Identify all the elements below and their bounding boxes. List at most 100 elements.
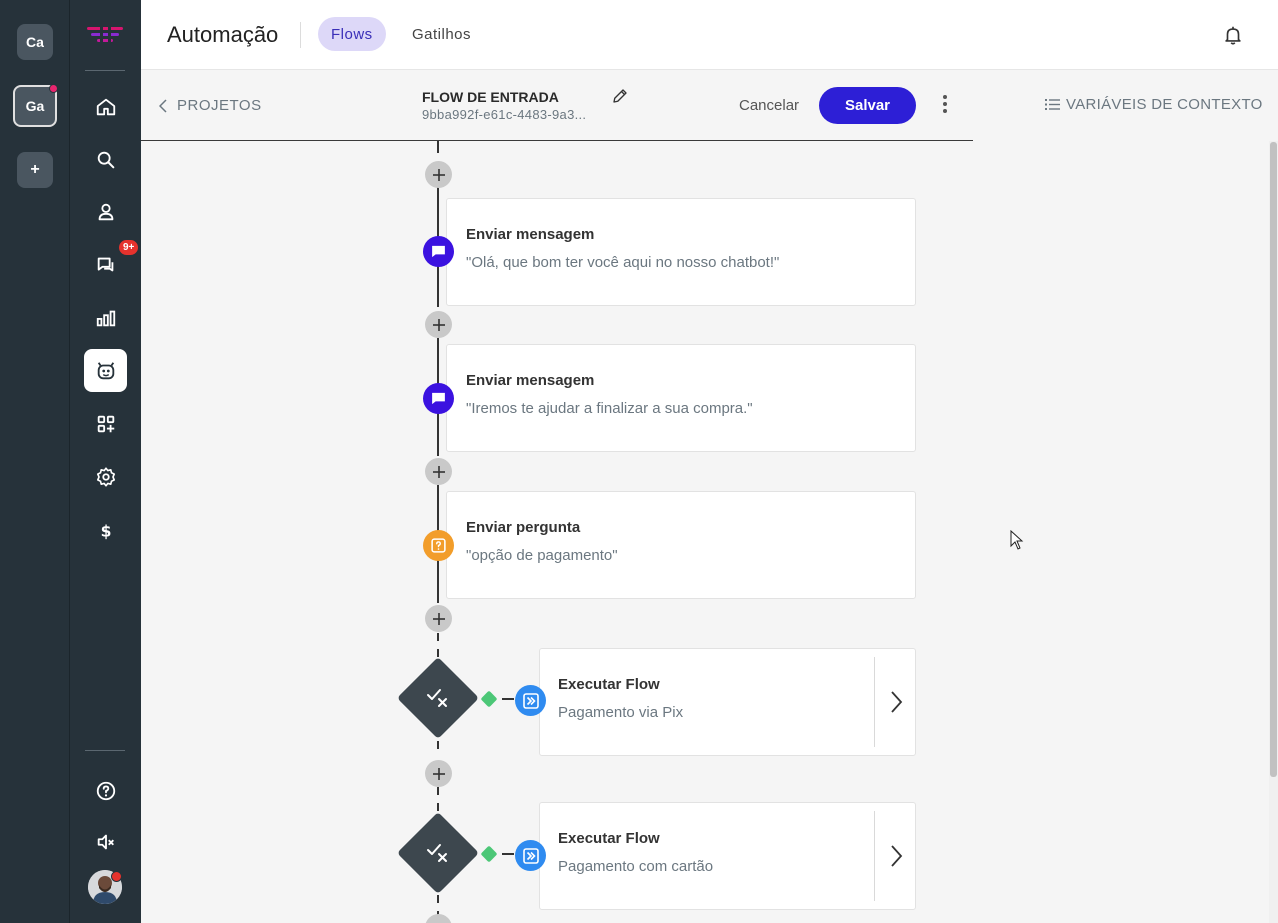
notification-dot — [49, 84, 58, 93]
question-step-card[interactable]: Enviar pergunta "opção de pagamento" — [446, 491, 916, 599]
flow-connector-dashed — [437, 787, 439, 815]
nav-sidebar: 9+ $ — [70, 0, 141, 923]
add-step-button[interactable] — [425, 914, 452, 923]
workspace-ga[interactable]: Ga — [13, 84, 58, 127]
message-step-card[interactable]: Enviar mensagem "Olá, que bom ter você a… — [446, 198, 916, 306]
message-step-icon — [423, 383, 454, 414]
nav-settings[interactable] — [84, 455, 127, 498]
message-icon — [432, 245, 445, 258]
execute-flow-icon — [515, 685, 546, 716]
mouse-cursor-icon — [1010, 530, 1024, 550]
add-step-button[interactable] — [425, 311, 452, 338]
workspace-rail: Ca Ga + — [0, 0, 70, 923]
message-step-card[interactable]: Enviar mensagem "Iremos te ajudar a fina… — [446, 344, 916, 452]
flow-connector-dashed — [437, 741, 439, 757]
pencil-icon[interactable] — [611, 87, 629, 105]
sound-muted-icon — [97, 834, 114, 849]
tab-flows[interactable]: Flows — [318, 17, 386, 51]
execute-flow-card[interactable]: Executar Flow Pagamento via Pix — [539, 648, 916, 756]
flow-name: FLOW DE ENTRADA — [422, 89, 559, 105]
step-text: Pagamento via Pix — [558, 704, 684, 721]
search-icon — [97, 151, 114, 168]
plus-icon — [432, 168, 445, 181]
branch-connector — [502, 698, 514, 700]
nav-apps[interactable] — [84, 402, 127, 445]
save-button[interactable]: Salvar — [819, 87, 916, 124]
flow-toolbar: PROJETOS FLOW DE ENTRADA 9bba992f-e61c-4… — [141, 70, 1278, 140]
add-workspace-button[interactable]: + — [17, 152, 53, 188]
branch-connector — [502, 853, 514, 855]
user-icon — [98, 203, 113, 220]
unread-badge: 9+ — [118, 239, 140, 256]
condition-true-dot — [480, 845, 498, 863]
flow-canvas: Enviar mensagem "Olá, que bom ter você a… — [141, 141, 1269, 923]
gear-icon — [96, 466, 115, 487]
context-variables-button[interactable]: VARIÁVEIS DE CONTEXTO — [1045, 96, 1263, 113]
avatar-status-dot — [111, 871, 122, 882]
dollar-icon: $ — [100, 522, 111, 540]
condition-true-dot — [480, 690, 498, 708]
bell-icon[interactable] — [1222, 24, 1244, 46]
step-text: "opção de pagamento" — [466, 547, 618, 564]
check-x-icon — [427, 689, 447, 707]
step-text: Pagamento com cartão — [558, 858, 714, 875]
step-text: "Olá, que bom ter você aqui no nosso cha… — [466, 254, 780, 271]
nav-sound[interactable] — [84, 820, 127, 863]
step-title: Executar Flow — [558, 676, 660, 693]
svg-text:$: $ — [100, 522, 111, 540]
nav-search[interactable] — [84, 138, 127, 181]
context-variables-label: VARIÁVEIS DE CONTEXTO — [1066, 96, 1263, 113]
cancel-button[interactable]: Cancelar — [739, 97, 799, 114]
flow-connector-dashed — [437, 633, 439, 661]
home-icon — [96, 98, 115, 115]
step-text: "Iremos te ajudar a finalizar a sua comp… — [466, 400, 753, 417]
bar-chart-icon — [96, 310, 115, 326]
list-icon — [1045, 99, 1060, 110]
nav-divider-bottom — [85, 750, 125, 751]
execute-flow-icon — [515, 840, 546, 871]
add-step-button[interactable] — [425, 605, 452, 632]
tab-gatilhos[interactable]: Gatilhos — [399, 17, 484, 51]
message-step-icon — [423, 236, 454, 267]
nav-help[interactable] — [84, 769, 127, 812]
bot-icon — [97, 361, 114, 379]
nav-conversations[interactable]: 9+ — [84, 239, 140, 286]
back-label: PROJETOS — [177, 97, 262, 114]
plus-icon — [432, 318, 445, 331]
chevron-right-icon[interactable] — [887, 843, 905, 869]
plus-icon — [432, 465, 445, 478]
nav-billing[interactable]: $ — [84, 509, 127, 552]
execute-flow-card[interactable]: Executar Flow Pagamento com cartão — [539, 802, 916, 910]
check-x-icon — [427, 844, 447, 862]
scrollbar-thumb[interactable] — [1270, 142, 1277, 777]
add-step-button[interactable] — [425, 161, 452, 188]
step-title: Enviar mensagem — [466, 372, 595, 389]
workspace-ca[interactable]: Ca — [17, 24, 53, 60]
top-header: Automação Flows Gatilhos — [141, 0, 1278, 70]
plus-icon — [432, 767, 445, 780]
nav-contacts[interactable] — [84, 190, 127, 233]
add-step-button[interactable] — [425, 760, 452, 787]
nav-reports[interactable] — [84, 296, 127, 339]
chevron-right-icon[interactable] — [887, 689, 905, 715]
flow-connector — [437, 141, 439, 153]
add-step-button[interactable] — [425, 458, 452, 485]
fast-forward-icon — [522, 847, 539, 864]
step-title: Enviar pergunta — [466, 519, 581, 536]
chat-icon — [97, 257, 113, 271]
flow-id: 9bba992f-e61c-4483-9a3... — [422, 107, 587, 122]
step-title: Executar Flow — [558, 830, 660, 847]
question-icon — [431, 538, 446, 553]
card-divider — [874, 657, 875, 747]
back-to-projects-link[interactable]: PROJETOS — [159, 97, 262, 114]
fast-forward-icon — [522, 692, 539, 709]
step-title: Enviar mensagem — [466, 226, 595, 243]
nav-home[interactable] — [84, 85, 127, 128]
plus-icon — [432, 612, 445, 625]
nav-automation[interactable] — [84, 349, 127, 392]
apps-add-icon — [97, 415, 114, 432]
header-divider — [300, 22, 301, 48]
page-title: Automação — [167, 22, 279, 47]
more-options-icon[interactable] — [938, 93, 952, 115]
message-icon — [432, 392, 445, 405]
